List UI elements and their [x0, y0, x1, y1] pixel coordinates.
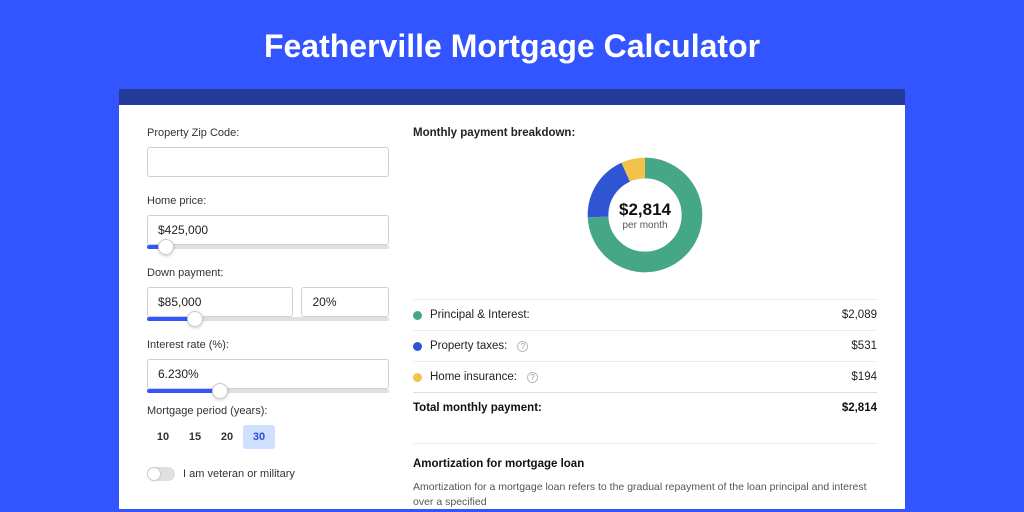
down-payment-pct-input[interactable] — [301, 287, 389, 317]
breakdown-total-label: Total monthly payment: — [413, 402, 542, 414]
breakdown-panel: Monthly payment breakdown: $2,814 per mo… — [413, 127, 877, 509]
period-option-15[interactable]: 15 — [179, 425, 211, 449]
breakdown-title: Monthly payment breakdown: — [413, 127, 877, 139]
toggle-knob-icon — [148, 468, 160, 480]
slider-thumb-icon[interactable] — [187, 311, 203, 327]
breakdown-value: $531 — [851, 340, 877, 352]
legend-dot-icon — [413, 373, 422, 382]
home-price-label: Home price: — [147, 195, 389, 207]
donut-total-sub: per month — [622, 220, 667, 231]
amortization-text: Amortization for a mortgage loan refers … — [413, 480, 877, 509]
breakdown-row-principal: Principal & Interest: $2,089 — [413, 299, 877, 330]
breakdown-value: $194 — [851, 371, 877, 383]
down-payment-label: Down payment: — [147, 267, 389, 279]
mortgage-period-group: 10 15 20 30 — [147, 425, 389, 449]
mortgage-period-label: Mortgage period (years): — [147, 405, 389, 417]
period-option-20[interactable]: 20 — [211, 425, 243, 449]
page-title: Featherville Mortgage Calculator — [0, 0, 1024, 89]
breakdown-row-total: Total monthly payment: $2,814 — [413, 392, 877, 423]
interest-rate-input[interactable] — [147, 359, 389, 389]
info-icon[interactable]: ? — [527, 372, 538, 383]
veteran-toggle[interactable] — [147, 467, 175, 481]
down-payment-amount-input[interactable] — [147, 287, 293, 317]
card-backdrop: Property Zip Code: Home price: Down paym… — [119, 89, 905, 509]
interest-rate-slider[interactable] — [147, 389, 389, 393]
amortization-section: Amortization for mortgage loan Amortizat… — [413, 443, 877, 509]
calculator-card: Property Zip Code: Home price: Down paym… — [119, 105, 905, 509]
legend-dot-icon — [413, 342, 422, 351]
period-option-30[interactable]: 30 — [243, 425, 275, 449]
down-payment-slider[interactable] — [147, 317, 389, 321]
breakdown-label: Home insurance: — [430, 371, 517, 383]
breakdown-total-value: $2,814 — [842, 402, 877, 414]
amortization-title: Amortization for mortgage loan — [413, 458, 877, 470]
form-panel: Property Zip Code: Home price: Down paym… — [147, 127, 389, 509]
slider-thumb-icon[interactable] — [212, 383, 228, 399]
payment-donut-chart: $2,814 per month — [583, 153, 707, 277]
legend-dot-icon — [413, 311, 422, 320]
veteran-toggle-label: I am veteran or military — [183, 468, 295, 480]
breakdown-label: Property taxes: — [430, 340, 507, 352]
home-price-input[interactable] — [147, 215, 389, 245]
zip-label: Property Zip Code: — [147, 127, 389, 139]
slider-thumb-icon[interactable] — [158, 239, 174, 255]
breakdown-label: Principal & Interest: — [430, 309, 530, 321]
breakdown-value: $2,089 — [842, 309, 877, 321]
zip-input[interactable] — [147, 147, 389, 177]
breakdown-row-taxes: Property taxes: ? $531 — [413, 330, 877, 361]
donut-total-value: $2,814 — [619, 200, 671, 220]
info-icon[interactable]: ? — [517, 341, 528, 352]
home-price-slider[interactable] — [147, 245, 389, 249]
breakdown-row-insurance: Home insurance: ? $194 — [413, 361, 877, 392]
period-option-10[interactable]: 10 — [147, 425, 179, 449]
interest-rate-label: Interest rate (%): — [147, 339, 389, 351]
